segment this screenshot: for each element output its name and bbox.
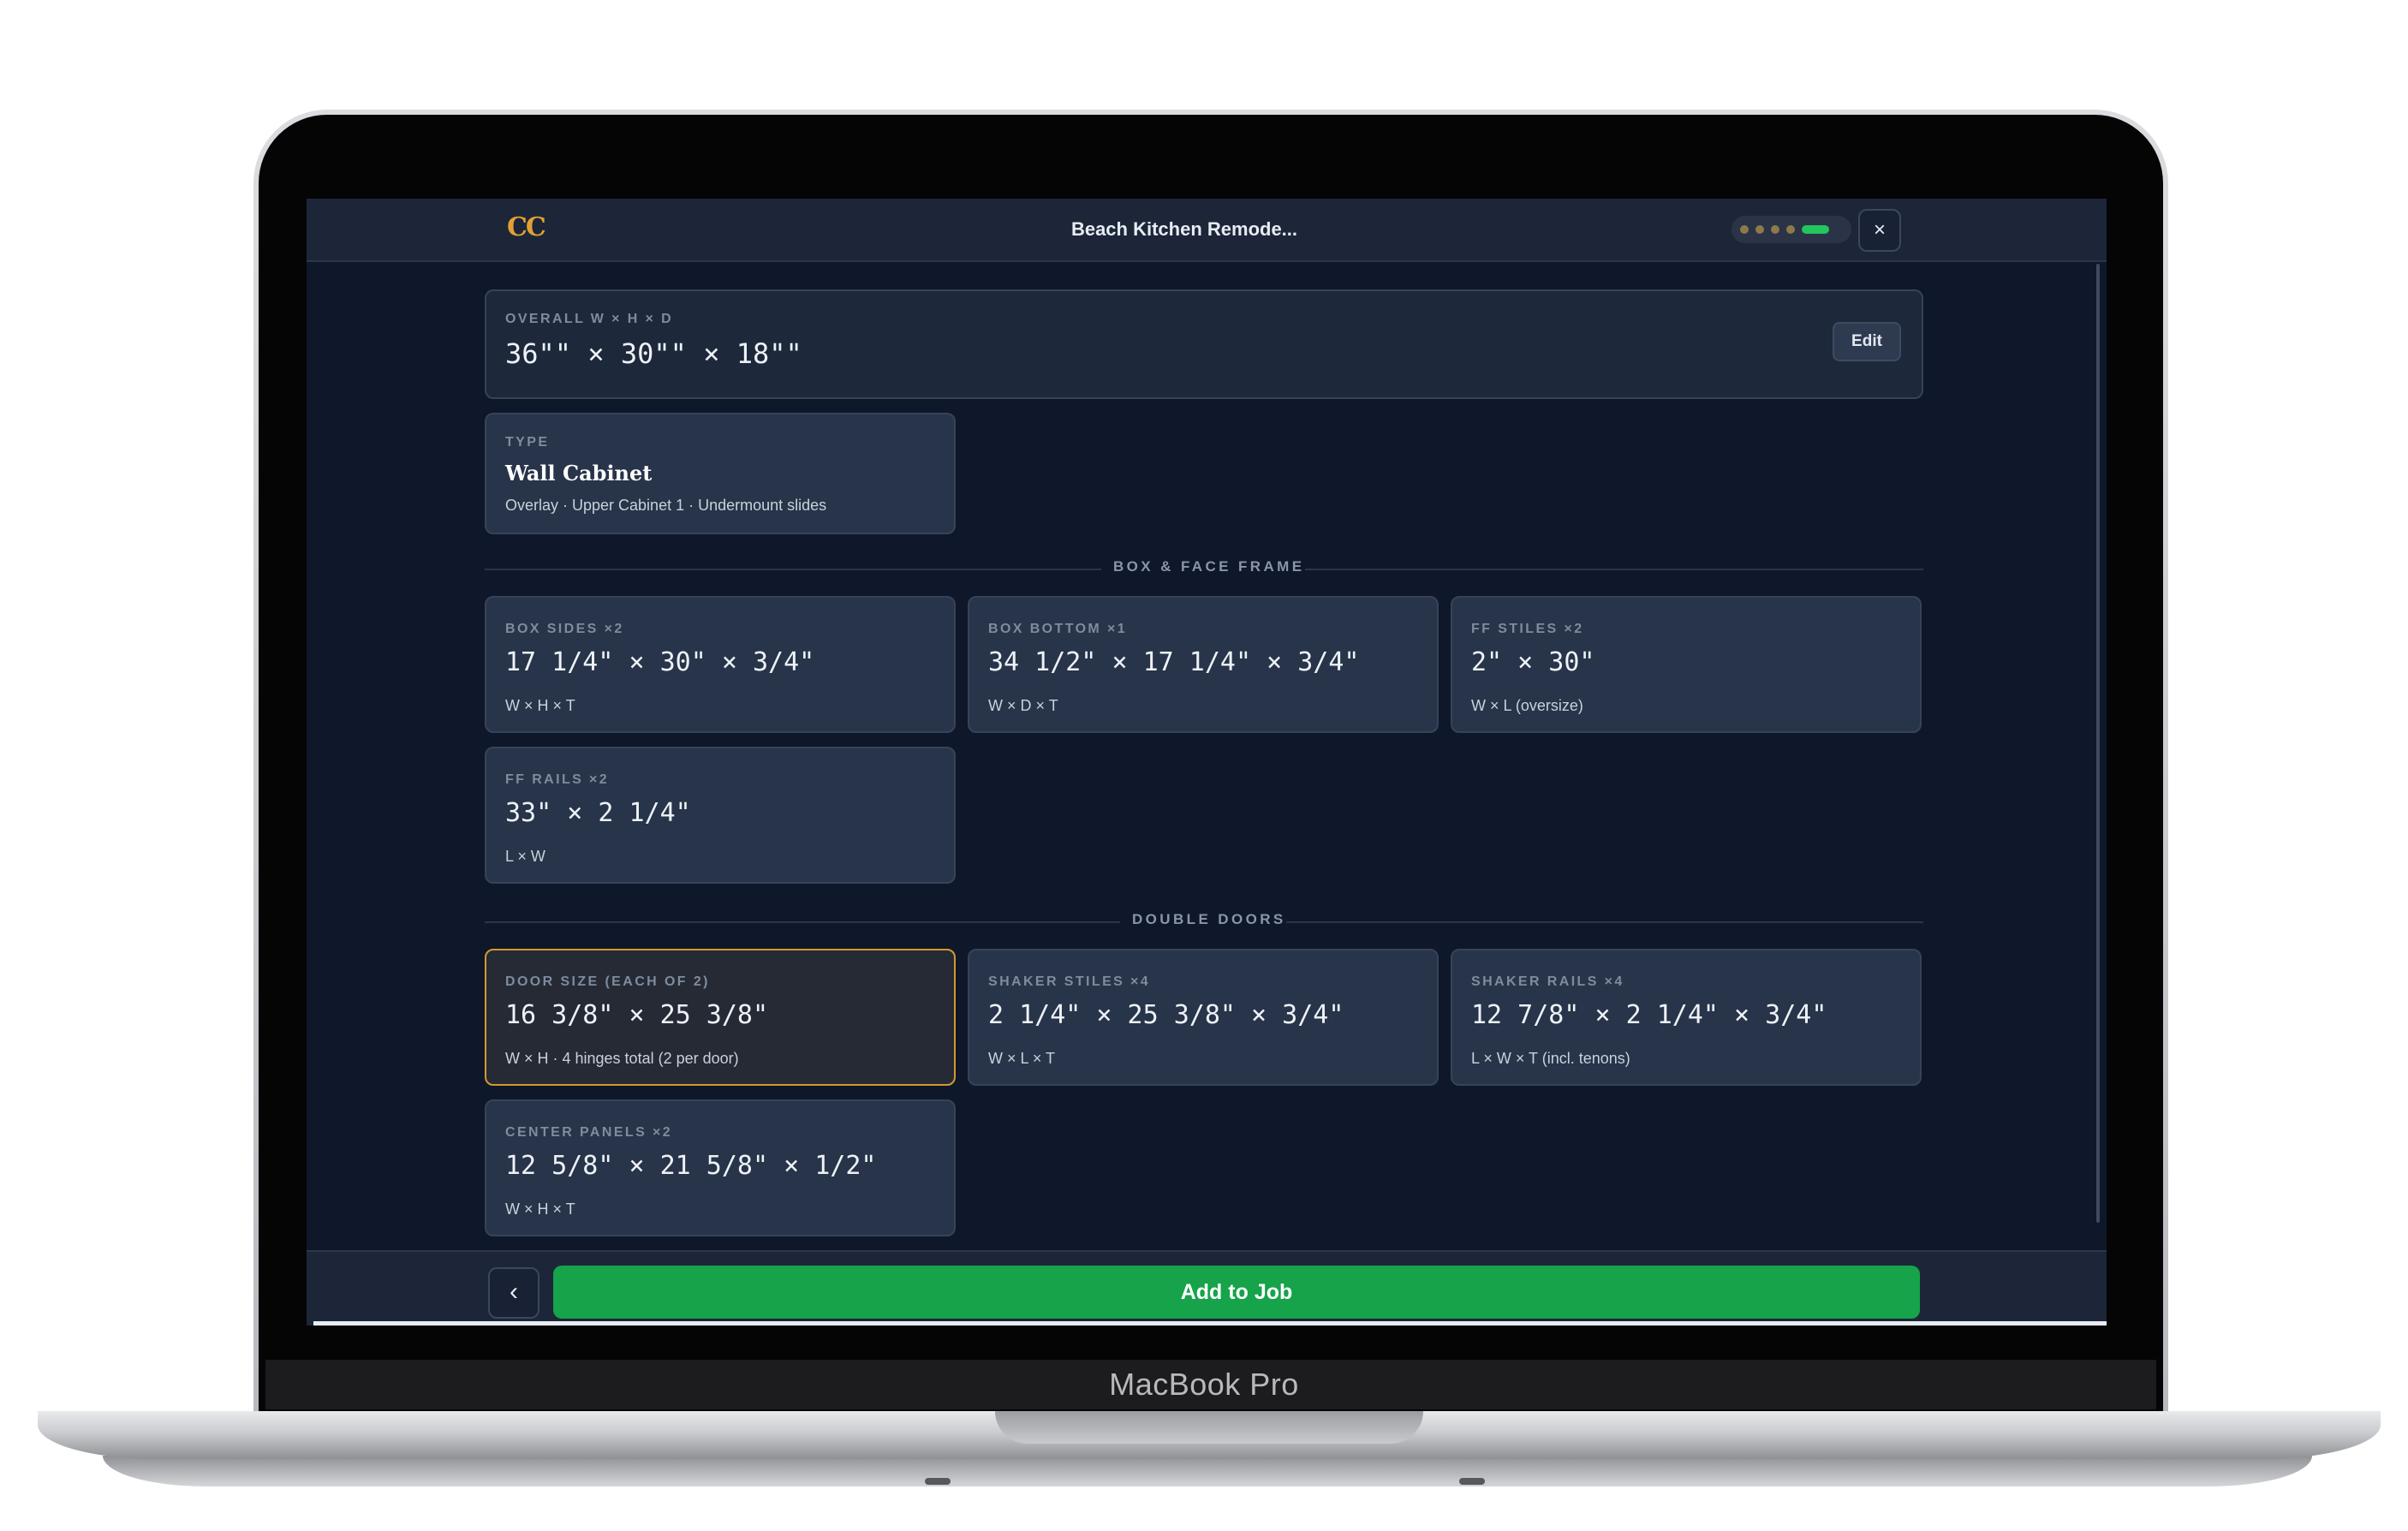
part-label: CENTER PANELS ×2 xyxy=(505,1125,673,1140)
laptop-opening-notch xyxy=(995,1411,1423,1444)
app-logo[interactable]: CC xyxy=(507,211,546,245)
cabinet-type-card[interactable]: TYPE Wall Cabinet Overlay · Upper Cabine… xyxy=(485,413,956,534)
part-dimension-key: L × W xyxy=(505,848,545,865)
part-dimensions: 16 3/8" × 25 3/8" xyxy=(505,1000,769,1030)
part-dimensions: 2 1/4" × 25 3/8" × 3/4" xyxy=(988,1000,1344,1030)
part-dimension-key: W × L × T xyxy=(988,1050,1056,1067)
chevron-left-icon: ‹ xyxy=(510,1278,518,1306)
progress-dot xyxy=(1786,225,1795,234)
part-dimension-key: W × H × T xyxy=(505,1200,575,1218)
type-label: TYPE xyxy=(505,435,550,450)
app-screen: CC Beach Kitchen Remode... × OVERALL W ×… xyxy=(307,199,2107,1325)
part-card-door-size[interactable]: DOOR SIZE (EACH OF 2) 16 3/8" × 25 3/8" … xyxy=(485,949,956,1086)
part-card-ff-rails[interactable]: FF RAILS ×2 33" × 2 1/4" L × W xyxy=(485,747,956,884)
progress-dot-active xyxy=(1802,225,1829,234)
overall-value: 36"" × 30"" × 18"" xyxy=(505,337,802,370)
part-card-shaker-stiles[interactable]: SHAKER STILES ×4 2 1/4" × 25 3/8" × 3/4"… xyxy=(968,949,1439,1086)
progress-dot xyxy=(1740,225,1749,234)
section-header-box-face-frame: BOX & FACE FRAME xyxy=(485,558,1923,579)
part-dimensions: 12 5/8" × 21 5/8" × 1/2" xyxy=(505,1151,877,1181)
part-label: BOX BOTTOM ×1 xyxy=(988,622,1128,636)
progress-dot xyxy=(1755,225,1764,234)
laptop-base-edge xyxy=(103,1456,2312,1486)
part-dimension-key: W × H × T xyxy=(505,697,575,714)
back-button[interactable]: ‹ xyxy=(488,1267,539,1319)
overall-dimensions-card: OVERALL W × H × D 36"" × 30"" × 18"" Edi… xyxy=(485,289,1923,399)
part-dimension-key: W × H · 4 hinges total (2 per door) xyxy=(505,1050,739,1067)
step-progress-indicator xyxy=(1731,216,1851,243)
part-label: DOOR SIZE (EACH OF 2) xyxy=(505,974,710,989)
part-card-ff-stiles[interactable]: FF STILES ×2 2" × 30" W × L (oversize) xyxy=(1451,596,1922,733)
scrollbar-thumb[interactable] xyxy=(2096,264,2100,1223)
part-card-box-bottom[interactable]: BOX BOTTOM ×1 34 1/2" × 17 1/4" × 3/4" W… xyxy=(968,596,1439,733)
section-title: BOX & FACE FRAME xyxy=(1113,558,1305,575)
top-bar: CC Beach Kitchen Remode... × xyxy=(307,199,2107,262)
device-brand-label: MacBook Pro xyxy=(1109,1367,1299,1402)
edit-button[interactable]: Edit xyxy=(1833,322,1901,361)
progress-dot xyxy=(1771,225,1779,234)
part-label: FF RAILS ×2 xyxy=(505,772,610,787)
close-button[interactable]: × xyxy=(1858,209,1901,252)
part-card-center-panels[interactable]: CENTER PANELS ×2 12 5/8" × 21 5/8" × 1/2… xyxy=(485,1099,956,1236)
part-dimensions: 17 1/4" × 30" × 3/4" xyxy=(505,647,815,677)
type-detail: Overlay · Upper Cabinet 1 · Undermount s… xyxy=(505,497,827,514)
laptop-foot xyxy=(925,1478,951,1485)
part-dimensions: 34 1/2" × 17 1/4" × 3/4" xyxy=(988,647,1360,677)
part-dimension-key: W × D × T xyxy=(988,697,1058,714)
section-title: DOUBLE DOORS xyxy=(1132,911,1286,927)
add-to-job-button[interactable]: Add to Job xyxy=(553,1266,1920,1319)
part-label: BOX SIDES ×2 xyxy=(505,622,624,636)
part-dimensions: 2" × 30" xyxy=(1471,647,1595,677)
part-dimensions: 33" × 2 1/4" xyxy=(505,798,691,828)
part-label: FF STILES ×2 xyxy=(1471,622,1584,636)
section-header-double-doors: DOUBLE DOORS xyxy=(485,911,1923,932)
part-dimensions: 12 7/8" × 2 1/4" × 3/4" xyxy=(1471,1000,1827,1030)
part-card-shaker-rails[interactable]: SHAKER RAILS ×4 12 7/8" × 2 1/4" × 3/4" … xyxy=(1451,949,1922,1086)
overall-label: OVERALL W × H × D xyxy=(505,312,674,326)
part-label: SHAKER STILES ×4 xyxy=(988,974,1151,989)
part-dimension-key: W × L (oversize) xyxy=(1471,697,1583,714)
part-label: SHAKER RAILS ×4 xyxy=(1471,974,1624,989)
job-title: Beach Kitchen Remode... xyxy=(1070,218,1298,240)
part-dimension-key: L × W × T (incl. tenons) xyxy=(1471,1050,1630,1067)
laptop-foot xyxy=(1459,1478,1485,1485)
bottom-edge-highlight xyxy=(313,1321,2107,1325)
type-title: Wall Cabinet xyxy=(505,461,653,486)
close-icon: × xyxy=(1873,218,1886,241)
part-card-box-sides[interactable]: BOX SIDES ×2 17 1/4" × 30" × 3/4" W × H … xyxy=(485,596,956,733)
